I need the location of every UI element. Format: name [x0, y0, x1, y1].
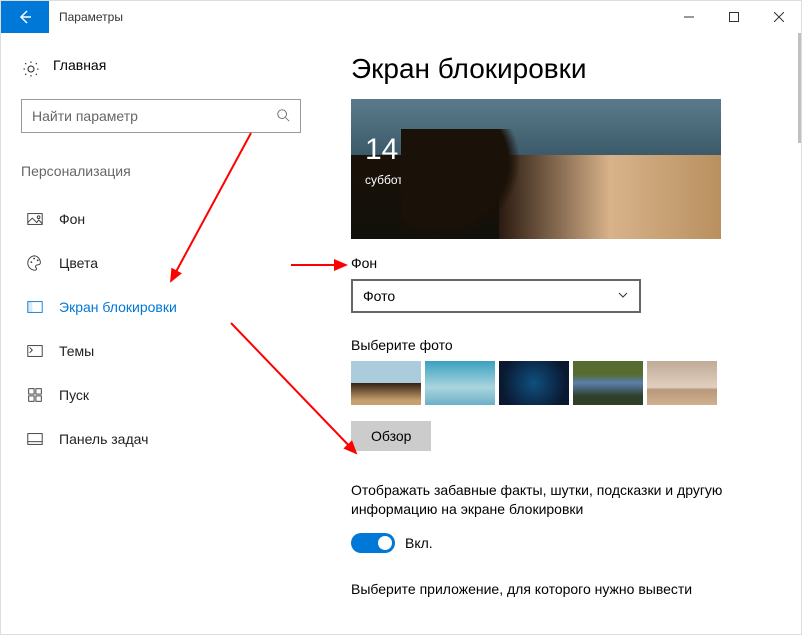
sidebar: Главная Найти параметр Персонализация Фо…: [1, 33, 321, 634]
nav-item-label: Пуск: [59, 387, 89, 403]
choose-photo-label: Выберите фото: [351, 337, 771, 353]
preview-time: 14:00: [365, 133, 440, 167]
close-icon: [774, 12, 784, 22]
background-dropdown[interactable]: Фото: [351, 279, 641, 313]
minimize-icon: [684, 12, 694, 22]
search-icon: [276, 108, 290, 125]
palette-icon: [25, 254, 45, 272]
facts-toggle-label: Отображать забавные факты, шутки, подска…: [351, 481, 751, 519]
minimize-button[interactable]: [666, 1, 711, 33]
dropdown-value: Фото: [363, 288, 395, 304]
nav-item-label: Экран блокировки: [59, 299, 177, 315]
window-titlebar: Параметры: [1, 1, 801, 33]
taskbar-icon: [25, 430, 45, 448]
lockscreen-preview: 14:00 суббота, 16 сентября: [351, 99, 721, 239]
sidebar-item-start[interactable]: Пуск: [21, 375, 301, 415]
search-input[interactable]: Найти параметр: [21, 99, 301, 133]
sidebar-item-colors[interactable]: Цвета: [21, 243, 301, 283]
background-label: Фон: [351, 255, 771, 271]
photo-thumb[interactable]: [351, 361, 421, 405]
nav-item-label: Панель задач: [59, 431, 148, 447]
app-select-label: Выберите приложение, для которого нужно …: [351, 581, 751, 597]
facts-toggle[interactable]: [351, 533, 395, 553]
nav-item-label: Темы: [59, 343, 94, 359]
back-button[interactable]: [1, 1, 49, 33]
toggle-state-label: Вкл.: [405, 535, 433, 551]
maximize-button[interactable]: [711, 1, 756, 33]
lockscreen-icon: [25, 298, 45, 316]
sidebar-item-taskbar[interactable]: Панель задач: [21, 419, 301, 459]
maximize-icon: [729, 12, 739, 22]
sidebar-item-themes[interactable]: Темы: [21, 331, 301, 371]
photo-thumb[interactable]: [425, 361, 495, 405]
photo-thumbnails: [351, 361, 771, 405]
nav-item-label: Фон: [59, 211, 85, 227]
section-title: Персонализация: [21, 163, 301, 179]
sidebar-item-lockscreen[interactable]: Экран блокировки: [21, 287, 301, 327]
window-title: Параметры: [49, 10, 123, 24]
home-label: Главная: [53, 57, 106, 73]
themes-icon: [25, 342, 45, 360]
gear-icon: [21, 60, 41, 78]
sidebar-item-background[interactable]: Фон: [21, 199, 301, 239]
page-title: Экран блокировки: [351, 53, 771, 85]
main-panel: Экран блокировки 14:00 суббота, 16 сентя…: [321, 33, 801, 634]
close-button[interactable]: [756, 1, 801, 33]
photo-thumb[interactable]: [499, 361, 569, 405]
start-icon: [25, 386, 45, 404]
photo-thumb[interactable]: [647, 361, 717, 405]
home-link[interactable]: Главная: [21, 57, 301, 81]
photo-thumb[interactable]: [573, 361, 643, 405]
back-arrow-icon: [17, 9, 33, 25]
preview-date: суббота, 16 сентября: [365, 173, 484, 187]
nav-item-label: Цвета: [59, 255, 98, 271]
search-placeholder: Найти параметр: [32, 108, 276, 124]
picture-icon: [25, 210, 45, 228]
scrollbar[interactable]: [798, 33, 801, 143]
chevron-down-icon: [617, 288, 629, 304]
browse-button[interactable]: Обзор: [351, 421, 431, 451]
